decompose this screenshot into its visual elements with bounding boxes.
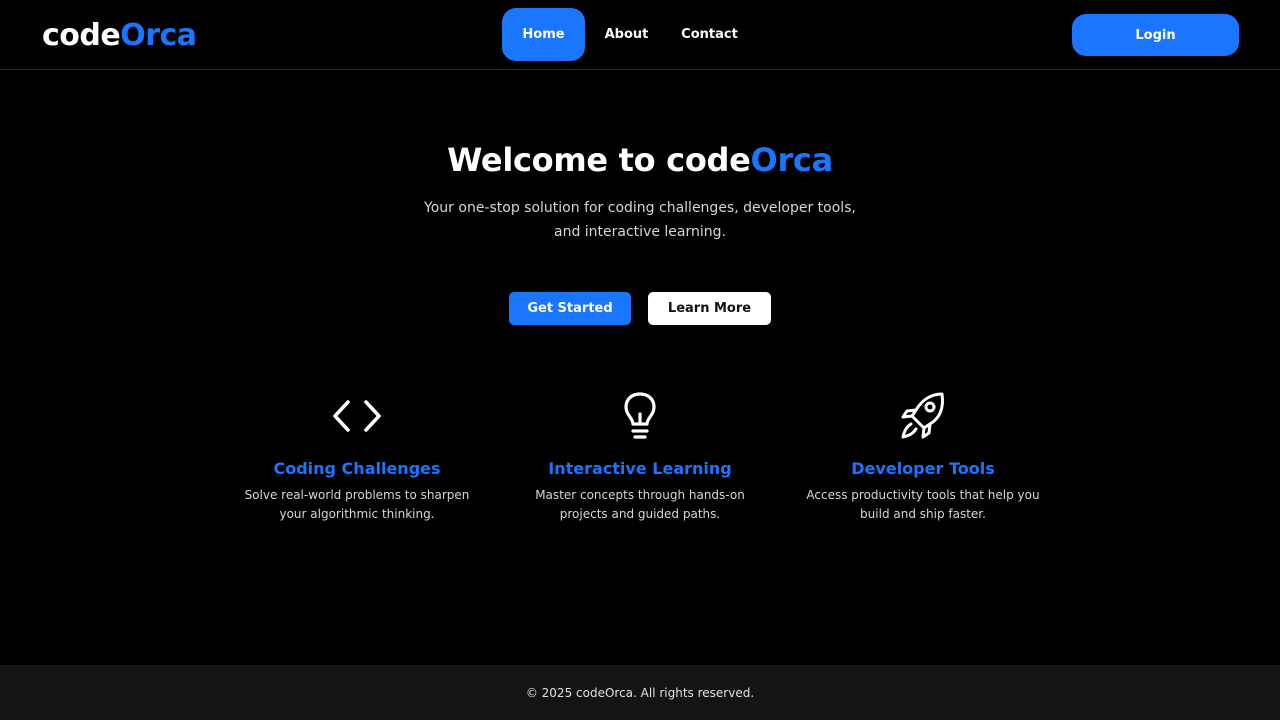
- hero-title-prefix: Welcome to code: [447, 141, 751, 179]
- login-button[interactable]: Login: [1072, 14, 1239, 56]
- hero-title: Welcome to codeOrca: [0, 138, 1280, 182]
- feature-title: Developer Tools: [851, 459, 995, 478]
- main-nav: Home About Contact: [502, 8, 751, 61]
- rocket-icon: [901, 392, 944, 439]
- feature-description: Master concepts through hands-on project…: [535, 488, 745, 521]
- feature-description: Access productivity tools that help you …: [806, 488, 1040, 521]
- feature-card-interactive-learning: Interactive Learning Master concepts thr…: [510, 390, 770, 524]
- feature-title: Coding Challenges: [273, 459, 441, 478]
- get-started-button[interactable]: Get Started: [509, 292, 631, 325]
- site-header: codeOrca Home About Contact Login: [0, 0, 1280, 70]
- hero-subtitle: Your one-stop solution for coding challe…: [424, 200, 856, 240]
- nav-contact[interactable]: Contact: [668, 8, 751, 61]
- logo-accent: Orca: [120, 18, 197, 53]
- lightbulb-icon: [624, 392, 656, 439]
- logo-prefix: code: [42, 18, 121, 53]
- nav-home[interactable]: Home: [502, 8, 585, 61]
- learn-more-button[interactable]: Learn More: [648, 292, 771, 325]
- code-brackets-icon: [333, 400, 381, 432]
- site-logo[interactable]: codeOrca: [42, 17, 197, 55]
- feature-title: Interactive Learning: [548, 459, 732, 478]
- nav-about[interactable]: About: [585, 8, 668, 61]
- hero-title-accent: Orca: [750, 141, 834, 179]
- feature-card-coding-challenges: Coding Challenges Solve real-world probl…: [237, 390, 477, 524]
- feature-card-developer-tools: Developer Tools Access productivity tool…: [803, 390, 1043, 524]
- copyright-text: © 2025 codeOrca. All rights reserved.: [525, 685, 755, 700]
- site-footer: © 2025 codeOrca. All rights reserved.: [0, 665, 1280, 720]
- feature-description: Solve real-world problems to sharpen you…: [244, 488, 470, 521]
